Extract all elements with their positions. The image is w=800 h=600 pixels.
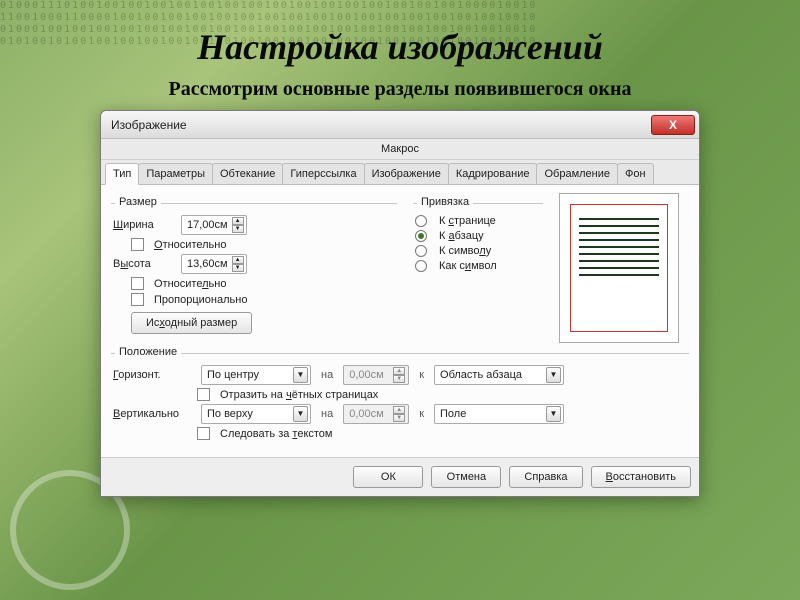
anchor-legend: Привязка xyxy=(417,196,473,208)
cancel-button[interactable]: Отмена xyxy=(431,466,501,488)
tab-wrap[interactable]: Обтекание xyxy=(212,163,283,184)
chevron-down-icon: ▼ xyxy=(546,406,561,422)
height-spinner[interactable]: 13,60см ▲▼ xyxy=(181,254,247,274)
horiz-ref-combo[interactable]: Область абзаца▼ xyxy=(434,365,564,385)
position-legend: Положение xyxy=(115,346,181,358)
tab-borders[interactable]: Обрамление xyxy=(536,163,618,184)
vert-offset-spinner: 0,00см ▲▼ xyxy=(343,404,409,424)
reset-button[interactable]: Восстановить xyxy=(591,466,691,488)
spin-buttons[interactable]: ▲▼ xyxy=(232,256,244,272)
na-label-2: на xyxy=(321,408,333,420)
macro-row: Макрос xyxy=(101,139,699,160)
na-label: на xyxy=(321,369,333,381)
rel-width-checkbox[interactable] xyxy=(131,238,144,251)
spin-down-icon: ▼ xyxy=(393,414,405,422)
titlebar: Изображение X xyxy=(101,111,699,139)
anchor-aschar-radio[interactable] xyxy=(415,260,427,272)
width-spinner[interactable]: 17,00см ▲▼ xyxy=(181,215,247,235)
spin-down-icon: ▼ xyxy=(393,375,405,383)
tab-crop[interactable]: Кадрирование xyxy=(448,163,538,184)
anchor-paragraph-label: К абзацу xyxy=(439,230,484,242)
follow-text-label: Следовать за текстом xyxy=(220,428,333,440)
spin-buttons[interactable]: ▲▼ xyxy=(232,217,244,233)
position-group: Положение Горизонт. По центру▼ на 0,00см… xyxy=(111,353,689,447)
keep-ratio-checkbox[interactable] xyxy=(131,293,144,306)
vert-combo[interactable]: По верху▼ xyxy=(201,404,311,424)
anchor-char-label: К символу xyxy=(439,245,491,257)
preview-pane xyxy=(559,193,679,343)
horiz-label: Горизонт. xyxy=(113,369,195,381)
height-value: 13,60см xyxy=(187,258,228,270)
original-size-button[interactable]: Исходный размер xyxy=(131,312,252,334)
image-dialog: Изображение X Макрос Тип Параметры Обтек… xyxy=(100,110,700,497)
preview-page xyxy=(570,204,668,332)
tab-background[interactable]: Фон xyxy=(617,163,654,184)
tab-strip: Тип Параметры Обтекание Гиперссылка Изоб… xyxy=(101,160,699,185)
chevron-down-icon: ▼ xyxy=(546,367,561,383)
help-button[interactable]: Справка xyxy=(509,466,582,488)
horiz-offset-spinner: 0,00см ▲▼ xyxy=(343,365,409,385)
tab-image[interactable]: Изображение xyxy=(364,163,449,184)
mirror-label: Отразить на чётных страницах xyxy=(220,389,378,401)
width-value: 17,00см xyxy=(187,219,228,231)
keep-ratio-label: Пропорционально xyxy=(154,294,247,306)
tab-options[interactable]: Параметры xyxy=(138,163,213,184)
tab-type[interactable]: Тип xyxy=(105,163,139,185)
vert-label: Вертикально xyxy=(113,408,195,420)
k-label: к xyxy=(419,369,424,381)
dialog-buttons: ОК Отмена Справка Восстановить xyxy=(101,457,699,496)
ok-button[interactable]: ОК xyxy=(353,466,423,488)
anchor-page-radio[interactable] xyxy=(415,215,427,227)
spin-up-icon: ▲ xyxy=(393,406,405,414)
rel-height-label: Относительно xyxy=(154,278,226,290)
anchor-aschar-label: Как символ xyxy=(439,260,497,272)
size-group: Размер Ширина 17,00см ▲▼ Относительно Вы… xyxy=(111,203,397,341)
height-label: Высота xyxy=(113,258,175,270)
vert-ref-combo[interactable]: Поле▼ xyxy=(434,404,564,424)
anchor-group: Привязка К странице К абзацу К символу К… xyxy=(413,203,543,279)
chevron-down-icon: ▼ xyxy=(293,367,308,383)
spin-up-icon: ▲ xyxy=(232,217,244,225)
rel-height-checkbox[interactable] xyxy=(131,277,144,290)
spin-up-icon: ▲ xyxy=(232,256,244,264)
horiz-combo[interactable]: По центру▼ xyxy=(201,365,311,385)
anchor-char-radio[interactable] xyxy=(415,245,427,257)
spin-down-icon: ▼ xyxy=(232,225,244,233)
slide-subtitle: Рассмотрим основные разделы появившегося… xyxy=(0,78,800,101)
spin-down-icon: ▼ xyxy=(232,264,244,272)
chevron-down-icon: ▼ xyxy=(293,406,308,422)
k-label-2: к xyxy=(419,408,424,420)
tab-pane: Размер Ширина 17,00см ▲▼ Относительно Вы… xyxy=(101,185,699,457)
close-button[interactable]: X xyxy=(651,115,695,135)
mirror-checkbox[interactable] xyxy=(197,388,210,401)
spin-up-icon: ▲ xyxy=(393,367,405,375)
tab-hyperlink[interactable]: Гиперссылка xyxy=(282,163,364,184)
follow-text-checkbox[interactable] xyxy=(197,427,210,440)
slide-title: Настройка изображений xyxy=(0,26,800,68)
dialog-title: Изображение xyxy=(111,118,187,132)
anchor-paragraph-radio[interactable] xyxy=(415,230,427,242)
width-label: Ширина xyxy=(113,219,175,231)
anchor-page-label: К странице xyxy=(439,215,496,227)
rel-width-label: Относительно xyxy=(154,239,226,251)
size-legend: Размер xyxy=(115,196,161,208)
